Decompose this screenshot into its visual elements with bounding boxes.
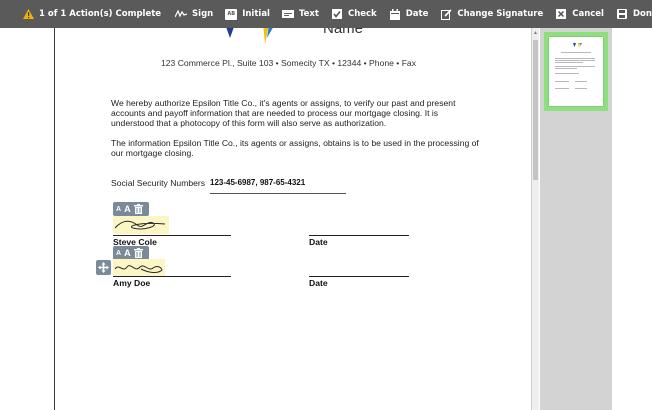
- page-thumbnail-selected[interactable]: [544, 32, 608, 111]
- cancel-button-label: Cancel: [572, 9, 604, 19]
- initial-button-label: Initial: [242, 9, 270, 19]
- date-label-2: Date: [309, 278, 328, 288]
- save-icon: [616, 9, 628, 20]
- signature-icon: [175, 9, 188, 20]
- calendar-icon: [389, 8, 401, 20]
- ssn-label: Social Security Numbers: [111, 178, 206, 188]
- sign-button[interactable]: Sign: [169, 0, 219, 28]
- thumbnail-line: [555, 62, 583, 63]
- action-status-text: 1 of 1 Action(s) Complete: [39, 9, 162, 19]
- increase-size-button[interactable]: A: [124, 204, 131, 214]
- decrease-size-button[interactable]: A: [116, 206, 121, 213]
- move-handle[interactable]: [96, 260, 111, 275]
- change-signature-label: Change Signature: [457, 9, 544, 19]
- cancel-button[interactable]: Cancel: [549, 0, 610, 28]
- change-signature-button[interactable]: Change Signature: [434, 0, 549, 28]
- document-header-name: Name: [323, 28, 364, 37]
- checkbox-icon: [331, 9, 343, 20]
- thumbnail-line: [575, 88, 587, 89]
- scroll-up-arrow-icon[interactable]: ▲: [533, 30, 538, 36]
- toolbar: 1 of 1 Action(s) Complete Sign AB Initia…: [0, 0, 652, 28]
- thumbnail-line: [555, 81, 569, 82]
- decrease-size-button[interactable]: A: [116, 250, 121, 257]
- check-button-label: Check: [347, 9, 377, 19]
- edit-icon: [440, 8, 452, 20]
- right-margin: [612, 28, 652, 410]
- done-button[interactable]: Done: [610, 0, 652, 28]
- signer-name-2: Amy Doe: [113, 278, 151, 288]
- text-field-icon: [281, 9, 294, 20]
- thumbnail-line: [561, 52, 591, 53]
- thumbnail-line: [555, 73, 579, 74]
- left-margin: [0, 28, 55, 410]
- date-line-1: [309, 235, 409, 236]
- scrollbar-thumb[interactable]: [533, 40, 538, 180]
- thumbnail-line: [555, 68, 577, 69]
- thumbnail-line: [555, 60, 595, 61]
- document-page: Name 123 Commerce Pl., Suite 103 • Somec…: [55, 28, 530, 410]
- close-icon: [555, 9, 567, 20]
- signature-line-2: [113, 276, 231, 277]
- signature-steve-cole[interactable]: [113, 216, 169, 234]
- initial-button[interactable]: AB Initial: [219, 0, 276, 28]
- document-scrollbar[interactable]: ▲: [531, 28, 539, 410]
- date-line-2: [309, 276, 409, 277]
- page-thumbnail[interactable]: [549, 37, 603, 106]
- thumbnail-line: [555, 66, 595, 67]
- initial-icon: AB: [225, 8, 238, 20]
- action-status: 1 of 1 Action(s) Complete: [0, 0, 169, 28]
- information-paragraph: The information Epsilon Title Co., its a…: [111, 138, 479, 158]
- thumbnail-logo: [573, 43, 582, 48]
- move-icon: [98, 262, 109, 273]
- signature-line-1: [113, 235, 231, 236]
- trash-icon[interactable]: [133, 204, 143, 214]
- thumbnail-line: [575, 81, 587, 82]
- increase-size-button[interactable]: A: [124, 248, 131, 258]
- company-address: 123 Commerce Pl., Suite 103 • Somecity T…: [161, 58, 417, 68]
- signature-toolbar-2: A A: [113, 246, 149, 260]
- text-button-label: Text: [298, 9, 319, 19]
- signature-amy-doe[interactable]: [113, 259, 165, 277]
- thumbnail-panel: [540, 28, 612, 410]
- company-logo: [226, 28, 273, 44]
- sign-button-label: Sign: [192, 9, 214, 19]
- date-button[interactable]: Date: [383, 0, 435, 28]
- trash-icon[interactable]: [133, 248, 143, 258]
- authorization-paragraph: We hereby authorize Epsilon Title Co., i…: [111, 98, 456, 128]
- text-button[interactable]: Text: [276, 0, 325, 28]
- date-label-1: Date: [309, 237, 328, 247]
- warning-icon: [22, 9, 34, 20]
- done-button-label: Done: [632, 9, 652, 19]
- signature-toolbar-1: A A: [113, 202, 149, 216]
- ssn-underline: [210, 193, 346, 194]
- ssn-value[interactable]: 123-45-6987, 987-65-4321: [210, 178, 305, 187]
- date-button-label: Date: [405, 9, 429, 19]
- thumbnail-line: [555, 88, 569, 89]
- thumbnail-line: [555, 58, 595, 59]
- check-button[interactable]: Check: [325, 0, 383, 28]
